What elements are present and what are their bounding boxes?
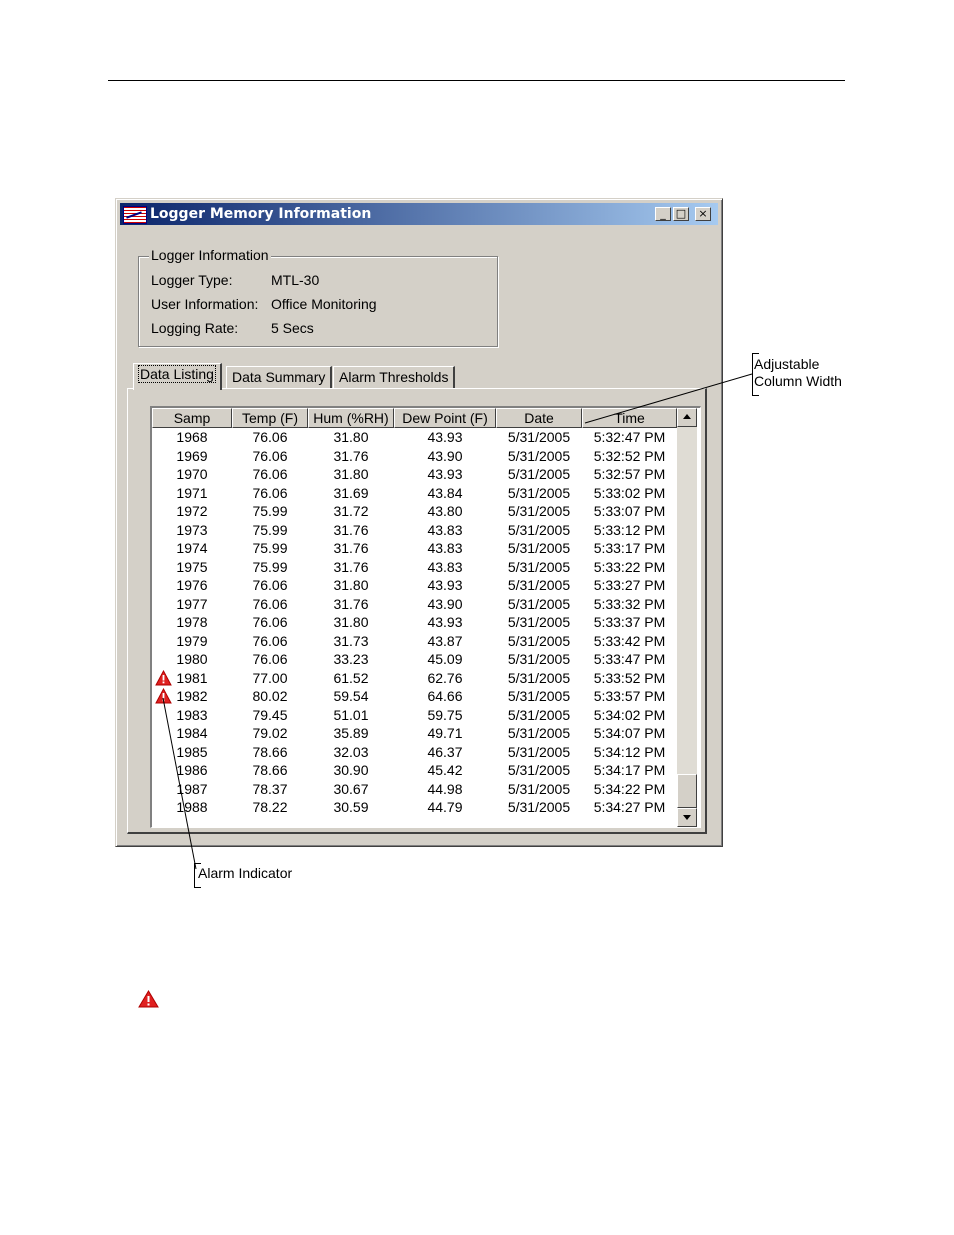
alarm-indicator-callout: Alarm Indicator (198, 865, 293, 881)
tab-data-listing[interactable]: Data Listing (133, 363, 222, 390)
tab-data-listing-label: Data Listing (138, 365, 216, 383)
callout-lines (162, 373, 753, 870)
alarm-indicator-callout-line (162, 697, 197, 870)
column-width-callout-line (584, 373, 753, 424)
warning-triangle-icon (138, 990, 159, 1008)
